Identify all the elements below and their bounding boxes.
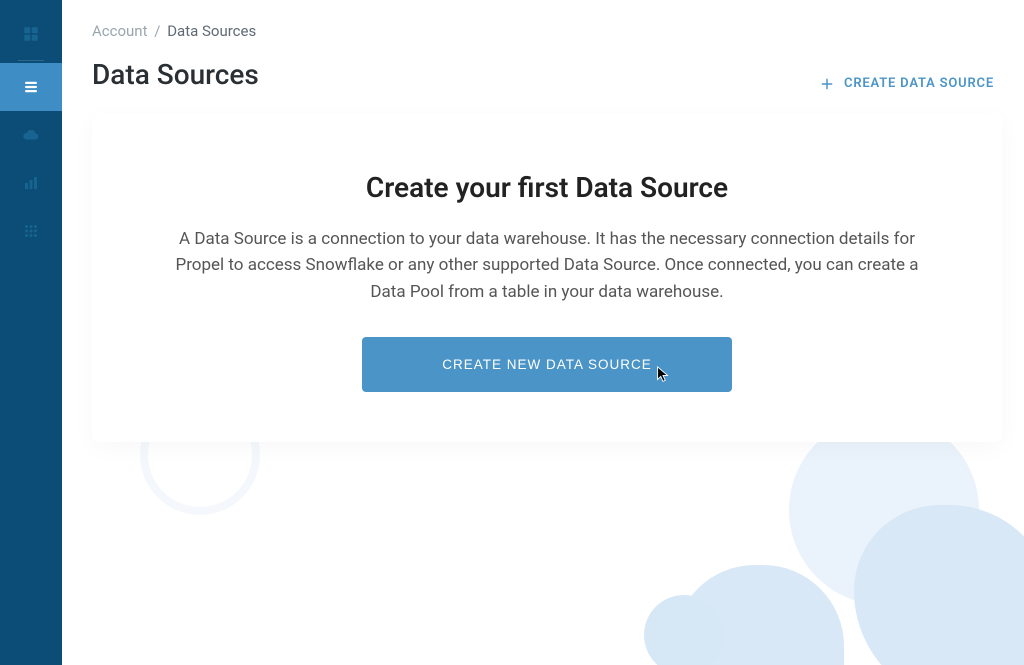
sidebar-divider <box>18 60 44 61</box>
app-root: Account / Data Sources Data Sources CREA… <box>0 0 1024 665</box>
sidebar-item-apps[interactable] <box>0 207 62 255</box>
page-header: Data Sources CREATE DATA SOURCE <box>92 58 994 91</box>
sidebar-nav <box>0 0 62 665</box>
apps-grid-icon <box>22 222 40 240</box>
create-data-source-link-label: CREATE DATA SOURCE <box>844 76 994 91</box>
breadcrumb-parent-link[interactable]: Account <box>92 22 148 40</box>
dashboard-icon <box>22 25 40 43</box>
breadcrumb: Account / Data Sources <box>92 22 994 40</box>
breadcrumb-separator: / <box>154 22 160 40</box>
chart-icon <box>22 174 40 192</box>
decoration-shape <box>854 505 1024 665</box>
data-sources-icon <box>22 78 40 96</box>
empty-state-title: Create your first Data Source <box>162 171 932 204</box>
create-new-data-source-button[interactable]: CREATE NEW DATA SOURCE <box>362 337 732 392</box>
empty-state-description: A Data Source is a connection to your da… <box>162 226 932 305</box>
page-title: Data Sources <box>92 58 259 91</box>
cloud-icon <box>22 126 40 144</box>
sidebar-item-cloud[interactable] <box>0 111 62 159</box>
breadcrumb-current: Data Sources <box>167 22 256 40</box>
sidebar-item-dashboard[interactable] <box>0 10 62 58</box>
create-data-source-link[interactable]: CREATE DATA SOURCE <box>820 76 994 91</box>
sidebar-item-metrics[interactable] <box>0 159 62 207</box>
decoration-shape <box>644 595 724 665</box>
sidebar-item-data-sources[interactable] <box>0 63 62 111</box>
main-content: Account / Data Sources Data Sources CREA… <box>62 0 1024 665</box>
empty-state-card: Create your first Data Source A Data Sou… <box>92 113 1002 442</box>
plus-icon <box>820 77 834 91</box>
